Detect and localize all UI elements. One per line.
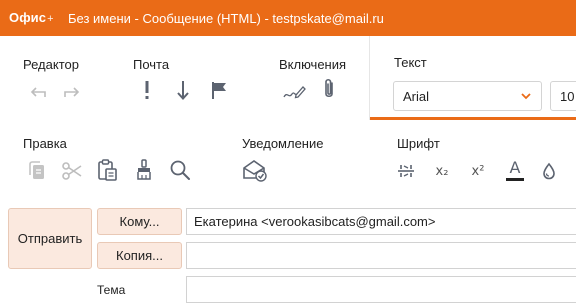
- subject-label: Тема: [97, 283, 126, 297]
- ribbon-divider: [369, 36, 370, 120]
- font-color-button[interactable]: A: [502, 157, 528, 183]
- undo-icon: [30, 87, 46, 97]
- strikethrough-icon: [398, 165, 414, 177]
- read-receipt-button[interactable]: [242, 157, 268, 183]
- ribbon: Редактор Почта Включения Текст Arial 10 …: [0, 36, 576, 202]
- app-logo[interactable]: Офис+: [9, 10, 54, 25]
- cut-button[interactable]: [59, 158, 85, 184]
- font-color-icon: A: [506, 157, 524, 181]
- strikethrough-button[interactable]: [393, 158, 419, 184]
- chevron-down-icon: [521, 93, 531, 100]
- envelope-check-icon: [243, 160, 267, 182]
- group-label-text: Текст: [394, 55, 427, 70]
- font-color-swatch: [506, 177, 524, 181]
- font-size-select[interactable]: 10: [550, 81, 576, 111]
- group-label-font: Шрифт: [397, 136, 440, 151]
- app-name-suffix: +: [47, 13, 54, 25]
- signature-pen-icon: [283, 86, 306, 99]
- title-bar: Офис+ Без имени - Сообщение (HTML) - tes…: [0, 0, 576, 36]
- subject-field[interactable]: [186, 276, 576, 303]
- cc-field[interactable]: [186, 242, 576, 269]
- subscript-button[interactable]: x₂: [429, 158, 455, 184]
- font-color-letter: A: [509, 157, 521, 177]
- to-field[interactable]: Екатерина <verookasibcats@gmail.com>: [186, 208, 576, 235]
- font-family-select[interactable]: Arial: [393, 81, 542, 111]
- signature-button[interactable]: [281, 79, 307, 105]
- importance-low-button[interactable]: [170, 77, 196, 103]
- format-painter-button[interactable]: [131, 157, 157, 183]
- undo-button[interactable]: [25, 79, 51, 105]
- subscript-icon: x₂: [435, 163, 449, 179]
- redo-button[interactable]: [59, 79, 85, 105]
- clipboard-icon: [98, 159, 117, 181]
- down-arrow-icon: [177, 81, 189, 100]
- search-icon: [170, 160, 190, 180]
- find-button[interactable]: [167, 157, 193, 183]
- send-button[interactable]: Отправить: [8, 208, 92, 269]
- exclamation-icon: [145, 81, 149, 99]
- superscript-button[interactable]: x²: [465, 158, 491, 184]
- copy-button[interactable]: [24, 158, 50, 184]
- font-family-value: Arial: [403, 88, 430, 104]
- drop-icon: [543, 162, 555, 180]
- app-name: Офис: [9, 10, 47, 25]
- superscript-icon: x²: [471, 163, 485, 179]
- group-label-attachments: Включения: [279, 57, 347, 72]
- group-label-notification: Уведомление: [242, 136, 324, 151]
- importance-high-button[interactable]: [134, 77, 160, 103]
- cc-button[interactable]: Копия...: [97, 242, 182, 269]
- group-label-editor: Редактор: [23, 57, 79, 72]
- flag-button[interactable]: [206, 77, 232, 103]
- format-painter-icon: [137, 159, 151, 180]
- copy-icon: [29, 161, 44, 179]
- group-label-mail: Почта: [133, 57, 170, 72]
- paste-button[interactable]: [95, 157, 121, 183]
- paperclip-icon: [325, 78, 333, 98]
- active-tab-indicator: [370, 117, 576, 120]
- group-label-edit: Правка: [23, 136, 67, 151]
- flag-icon: [212, 82, 226, 99]
- compose-header: Отправить Кому... Екатерина <verookasibc…: [0, 202, 576, 307]
- redo-icon: [64, 87, 80, 97]
- attach-button[interactable]: [316, 76, 342, 102]
- highlight-button[interactable]: [536, 158, 562, 184]
- scissors-icon: [62, 162, 82, 180]
- font-size-value: 10: [560, 88, 575, 104]
- to-button[interactable]: Кому...: [97, 208, 182, 235]
- window-title: Без имени - Сообщение (HTML) - testpskat…: [68, 11, 384, 26]
